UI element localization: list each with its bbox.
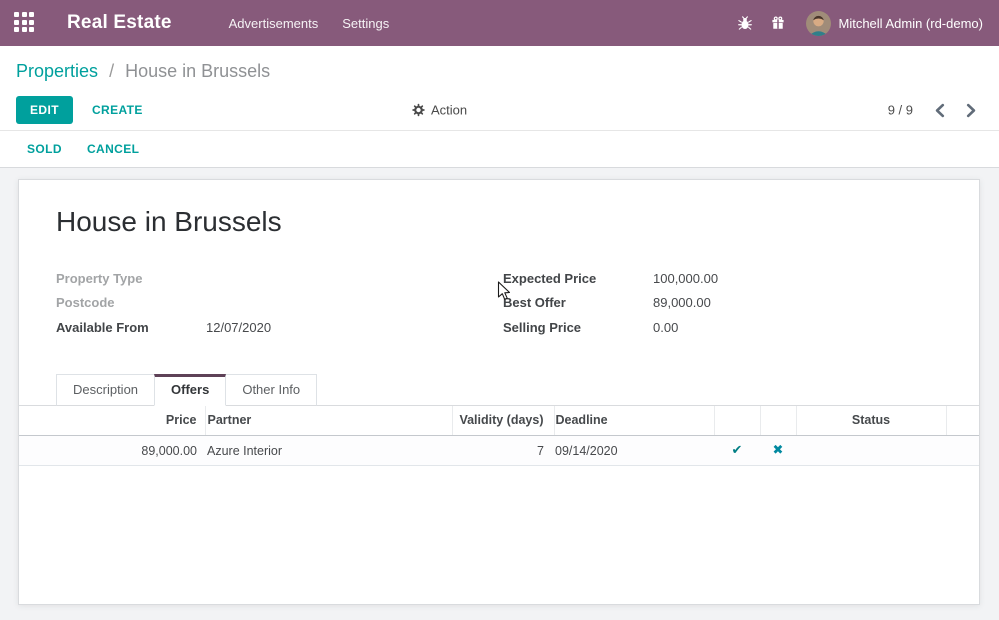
- action-menu-label: Action: [431, 103, 467, 118]
- field-label: Best Offer: [503, 295, 653, 310]
- column-header-refuse: [760, 406, 796, 436]
- field-grid: Property Type Postcode Available From 12…: [19, 266, 979, 340]
- debug-bug-icon[interactable]: [738, 16, 752, 30]
- offer-partner[interactable]: Azure Interior: [205, 436, 452, 466]
- breadcrumb-current: House in Brussels: [125, 61, 270, 81]
- breadcrumb: Properties / House in Brussels: [16, 59, 983, 84]
- field-label: Postcode: [56, 295, 206, 310]
- app-window: Real Estate Advertisements Settings: [0, 0, 999, 620]
- tab-description[interactable]: Description: [56, 374, 155, 406]
- menu-advertisements[interactable]: Advertisements: [229, 16, 319, 31]
- offer-row[interactable]: 89,000.00 Azure Interior 7 09/14/2020 ✔ …: [19, 436, 979, 466]
- sold-button[interactable]: SOLD: [27, 142, 62, 156]
- cancel-button[interactable]: CANCEL: [87, 142, 139, 156]
- tab-offers[interactable]: Offers: [154, 374, 226, 406]
- statusbar: SOLD CANCEL: [0, 130, 999, 168]
- column-header-status[interactable]: Status: [796, 406, 946, 436]
- control-panel: Properties / House in Brussels EDIT CREA…: [0, 46, 999, 130]
- field-label: Available From: [56, 320, 206, 335]
- field-label: Expected Price: [503, 271, 653, 286]
- column-header-price[interactable]: Price: [19, 406, 205, 436]
- field-value: 12/07/2020: [206, 320, 271, 335]
- offer-validity[interactable]: 7: [452, 436, 554, 466]
- column-header-accept: [714, 406, 760, 436]
- field-postcode: Postcode: [56, 291, 503, 316]
- tab-other-info[interactable]: Other Info: [225, 374, 317, 406]
- column-header-deadline[interactable]: Deadline: [554, 406, 714, 436]
- offers-table-header: Price Partner Validity (days) Deadline S…: [19, 406, 979, 436]
- record-title: House in Brussels: [56, 206, 979, 238]
- action-menu-button[interactable]: Action: [412, 103, 467, 118]
- pager-next-button[interactable]: [966, 103, 977, 117]
- field-value: 0.00: [653, 320, 678, 335]
- breadcrumb-separator: /: [109, 61, 114, 81]
- edit-button[interactable]: EDIT: [16, 96, 73, 124]
- field-value: 100,000.00: [653, 271, 718, 286]
- gear-icon: [412, 104, 425, 117]
- navbar-right: Mitchell Admin (rd-demo): [738, 11, 984, 36]
- pager-value: 9 / 9: [888, 103, 913, 118]
- offer-filler-cell: [946, 436, 979, 466]
- offer-status: [796, 436, 946, 466]
- field-expected-price: Expected Price 100,000.00: [503, 266, 959, 291]
- menu-settings[interactable]: Settings: [342, 16, 389, 31]
- control-panel-buttons: EDIT CREATE Action 9 / 9: [16, 90, 983, 130]
- accept-offer-check-icon[interactable]: ✔: [732, 443, 743, 458]
- main-menu: Advertisements Settings: [229, 16, 390, 31]
- offers-table: Price Partner Validity (days) Deadline S…: [19, 406, 979, 467]
- form-view-background: House in Brussels Property Type Postcode…: [0, 168, 999, 620]
- field-selling-price: Selling Price 0.00: [503, 315, 959, 340]
- column-header-validity[interactable]: Validity (days): [452, 406, 554, 436]
- gift-icon[interactable]: [771, 16, 785, 30]
- form-sheet: House in Brussels Property Type Postcode…: [18, 179, 980, 605]
- field-column-right: Expected Price 100,000.00 Best Offer 89,…: [503, 266, 959, 340]
- refuse-offer-times-icon[interactable]: ✖: [773, 443, 784, 458]
- offer-price[interactable]: 89,000.00: [19, 436, 205, 466]
- pager-previous-button[interactable]: [934, 103, 945, 117]
- user-avatar[interactable]: [806, 11, 831, 36]
- column-header-filler: [946, 406, 979, 436]
- field-best-offer: Best Offer 89,000.00: [503, 291, 959, 316]
- notebook-tabs: Description Offers Other Info: [19, 374, 979, 406]
- create-button[interactable]: CREATE: [92, 103, 143, 117]
- apps-grid-icon[interactable]: [14, 12, 36, 34]
- app-name[interactable]: Real Estate: [67, 12, 172, 34]
- top-navbar: Real Estate Advertisements Settings: [0, 0, 999, 46]
- field-column-left: Property Type Postcode Available From 12…: [56, 266, 503, 340]
- field-label: Property Type: [56, 271, 206, 286]
- field-available-from: Available From 12/07/2020: [56, 315, 503, 340]
- field-value: 89,000.00: [653, 295, 711, 310]
- field-label: Selling Price: [503, 320, 653, 335]
- breadcrumb-properties-link[interactable]: Properties: [16, 61, 98, 81]
- field-property-type: Property Type: [56, 266, 503, 291]
- column-header-partner[interactable]: Partner: [205, 406, 452, 436]
- pager: 9 / 9: [888, 103, 977, 118]
- offer-deadline[interactable]: 09/14/2020: [554, 436, 714, 466]
- user-menu[interactable]: Mitchell Admin (rd-demo): [839, 16, 984, 31]
